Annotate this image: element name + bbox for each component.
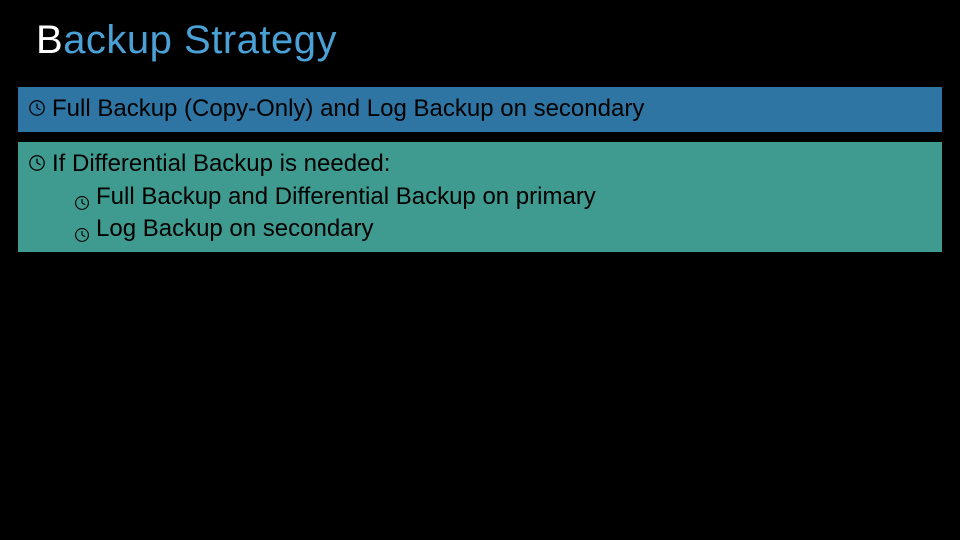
slide: Backup Strategy Full Backup (Copy-Only) … xyxy=(0,0,960,540)
clock-bullet-icon xyxy=(28,99,46,117)
content-block-2: If Differential Backup is needed: Full B… xyxy=(18,142,942,252)
title-rest: ackup Strategy xyxy=(63,18,337,62)
block-2-content: If Differential Backup is needed: Full B… xyxy=(52,148,596,244)
sub-item-1-text: Full Backup and Differential Backup on p… xyxy=(96,181,596,212)
block-2-text: If Differential Backup is needed: xyxy=(52,148,596,179)
block-2-sublist: Full Backup and Differential Backup on p… xyxy=(52,181,596,243)
list-item: Log Backup on secondary xyxy=(74,213,596,244)
clock-bullet-icon xyxy=(74,220,90,236)
block-1-text: Full Backup (Copy-Only) and Log Backup o… xyxy=(52,93,644,124)
content-block-1: Full Backup (Copy-Only) and Log Backup o… xyxy=(18,87,942,132)
clock-bullet-icon xyxy=(74,188,90,204)
list-item: Full Backup and Differential Backup on p… xyxy=(74,181,596,212)
title-accent-letter: B xyxy=(36,18,63,62)
slide-title: Backup Strategy xyxy=(18,18,942,63)
sub-item-2-text: Log Backup on secondary xyxy=(96,213,374,244)
clock-bullet-icon xyxy=(28,154,46,172)
